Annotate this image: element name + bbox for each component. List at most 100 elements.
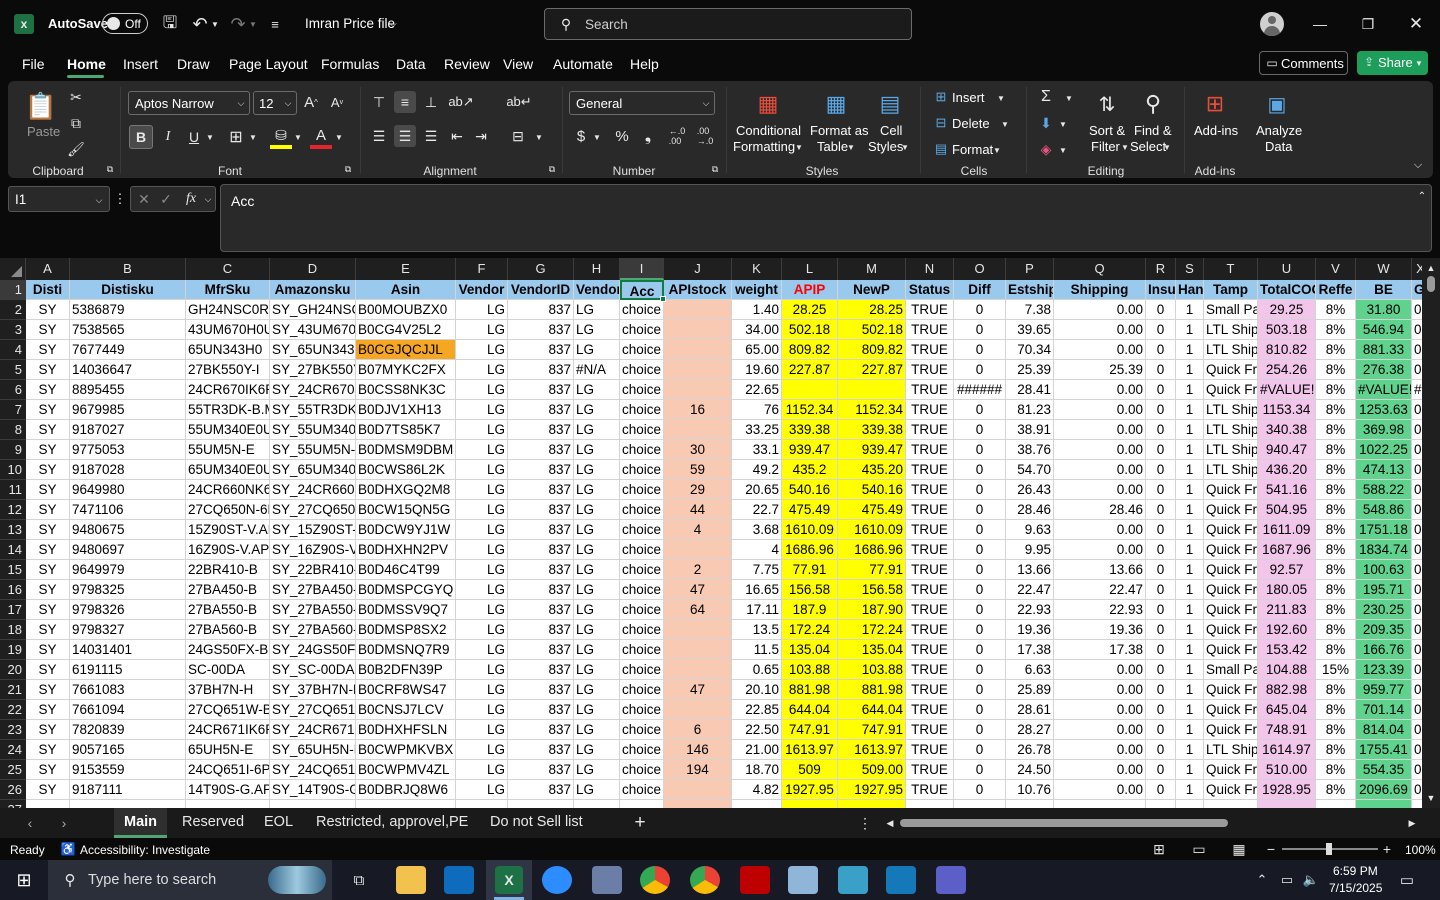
table-cell[interactable]: 276.38: [1356, 360, 1412, 380]
table-cell[interactable]: 837: [508, 760, 574, 780]
table-cell[interactable]: 28.61: [1006, 700, 1054, 720]
row-header[interactable]: 19: [0, 640, 26, 660]
row-header[interactable]: 20: [0, 660, 26, 680]
table-cell[interactable]: TRUE: [906, 400, 954, 420]
header-cell[interactable]: VendorAll: [574, 280, 620, 300]
table-cell[interactable]: [664, 800, 732, 808]
table-cell[interactable]: LG: [574, 540, 620, 560]
table-cell[interactable]: TRUE: [906, 700, 954, 720]
table-cell[interactable]: 1: [1176, 660, 1204, 680]
table-cell[interactable]: 0.00: [1054, 380, 1146, 400]
align-middle-icon[interactable]: ≡: [394, 91, 416, 113]
align-top-icon[interactable]: ⊤: [368, 91, 390, 113]
table-cell[interactable]: SY: [26, 660, 70, 680]
table-cell[interactable]: 8%: [1316, 700, 1356, 720]
paste-icon[interactable]: 📋: [25, 89, 57, 123]
add-ins-icon[interactable]: ⊞: [1198, 89, 1232, 119]
table-cell[interactable]: B0DHXHFSLN: [356, 720, 456, 740]
table-cell[interactable]: 1153.34: [1258, 400, 1316, 420]
column-header-m[interactable]: M: [838, 258, 906, 280]
table-cell[interactable]: B07MYKC2FX: [356, 360, 456, 380]
font-name-box[interactable]: Aptos Narrow ⌵: [128, 91, 250, 115]
table-cell[interactable]: 0.00: [1054, 420, 1146, 440]
table-cell[interactable]: 2: [664, 560, 732, 580]
table-cell[interactable]: SY_65UH5N-E: [270, 740, 356, 760]
table-cell[interactable]: SY: [26, 700, 70, 720]
find-select-icon[interactable]: ⚲: [1136, 89, 1170, 119]
table-cell[interactable]: LG: [456, 460, 508, 480]
header-cell[interactable]: Reffe: [1316, 280, 1356, 300]
table-cell[interactable]: 7.75: [732, 560, 782, 580]
table-cell[interactable]: 9480675: [70, 520, 186, 540]
table-cell[interactable]: 1: [1176, 620, 1204, 640]
table-cell[interactable]: 187.9: [782, 600, 838, 620]
format-as-table-label1[interactable]: Format as: [810, 123, 869, 138]
analyze-data-icon[interactable]: ▣: [1260, 89, 1294, 119]
table-cell[interactable]: 1: [1176, 760, 1204, 780]
table-cell[interactable]: Quick Fr: [1204, 780, 1258, 800]
table-cell[interactable]: SY: [26, 680, 70, 700]
table-cell[interactable]: 8%: [1316, 460, 1356, 480]
table-cell[interactable]: 211.83: [1258, 600, 1316, 620]
table-cell[interactable]: Quick Fr: [1204, 520, 1258, 540]
table-cell[interactable]: 1: [1176, 340, 1204, 360]
table-cell[interactable]: LG: [456, 360, 508, 380]
table-cell[interactable]: 47: [664, 580, 732, 600]
table-cell[interactable]: 0.00: [1054, 660, 1146, 680]
outlook-icon[interactable]: [444, 866, 474, 894]
table-cell[interactable]: Quick Fr: [1204, 700, 1258, 720]
table-cell[interactable]: 1: [1176, 740, 1204, 760]
table-cell[interactable]: 16.65: [732, 580, 782, 600]
table-cell[interactable]: SY: [26, 720, 70, 740]
table-cell[interactable]: SY: [26, 620, 70, 640]
table-cell[interactable]: TRUE: [906, 320, 954, 340]
table-cell[interactable]: 1: [1176, 580, 1204, 600]
table-cell[interactable]: [664, 360, 732, 380]
table-cell[interactable]: LG: [574, 680, 620, 700]
table-cell[interactable]: 0: [1146, 620, 1176, 640]
save-icon[interactable]: 🖫: [158, 12, 182, 36]
table-cell[interactable]: 0: [954, 320, 1006, 340]
table-cell[interactable]: B0B2DFN39P: [356, 660, 456, 680]
table-cell[interactable]: 8%: [1316, 740, 1356, 760]
table-cell[interactable]: 0: [954, 680, 1006, 700]
table-cell[interactable]: 1686.96: [838, 540, 906, 560]
table-cell[interactable]: choice: [620, 380, 664, 400]
table-cell[interactable]: 227.87: [838, 360, 906, 380]
table-cell[interactable]: 0: [1146, 660, 1176, 680]
table-cell[interactable]: 14T90S-G.AP: [186, 780, 270, 800]
table-cell[interactable]: 0: [1146, 720, 1176, 740]
table-cell[interactable]: 9679985: [70, 400, 186, 420]
table-cell[interactable]: 436.20: [1258, 460, 1316, 480]
table-cell[interactable]: 554.35: [1356, 760, 1412, 780]
table-cell[interactable]: 19.36: [1006, 620, 1054, 640]
table-cell[interactable]: SY: [26, 380, 70, 400]
table-cell[interactable]: 837: [508, 420, 574, 440]
table-cell[interactable]: SY_55TR3DK-B: [270, 400, 356, 420]
table-cell[interactable]: B0DMSSV9Q7: [356, 600, 456, 620]
bold-icon[interactable]: B: [129, 125, 153, 149]
table-cell[interactable]: 22.47: [1006, 580, 1054, 600]
table-cell[interactable]: 24CR670IK6P: [186, 380, 270, 400]
share-button[interactable]: ⇪ Share ▼: [1357, 51, 1428, 75]
table-cell[interactable]: 0: [954, 700, 1006, 720]
table-cell[interactable]: 8%: [1316, 540, 1356, 560]
table-cell[interactable]: 7677449: [70, 340, 186, 360]
table-cell[interactable]: 0: [954, 540, 1006, 560]
table-cell[interactable]: 55UM5N-E: [186, 440, 270, 460]
table-cell[interactable]: 0: [1146, 300, 1176, 320]
borders-icon[interactable]: ⊞: [224, 125, 248, 149]
table-cell[interactable]: 0: [954, 580, 1006, 600]
table-cell[interactable]: 8%: [1316, 640, 1356, 660]
table-cell[interactable]: 25.39: [1054, 360, 1146, 380]
table-cell[interactable]: 28.25: [782, 300, 838, 320]
sort-filter-icon[interactable]: ⇅: [1090, 89, 1124, 119]
table-cell[interactable]: 0.00: [1054, 400, 1146, 420]
table-cell[interactable]: SY: [26, 520, 70, 540]
table-cell[interactable]: 0: [954, 400, 1006, 420]
table-cell[interactable]: choice: [620, 720, 664, 740]
table-cell[interactable]: Quick Fr: [1204, 720, 1258, 740]
table-cell[interactable]: B0CNSJ7LCV: [356, 700, 456, 720]
table-cell[interactable]: 0: [1146, 560, 1176, 580]
table-cell[interactable]: 0: [1146, 740, 1176, 760]
